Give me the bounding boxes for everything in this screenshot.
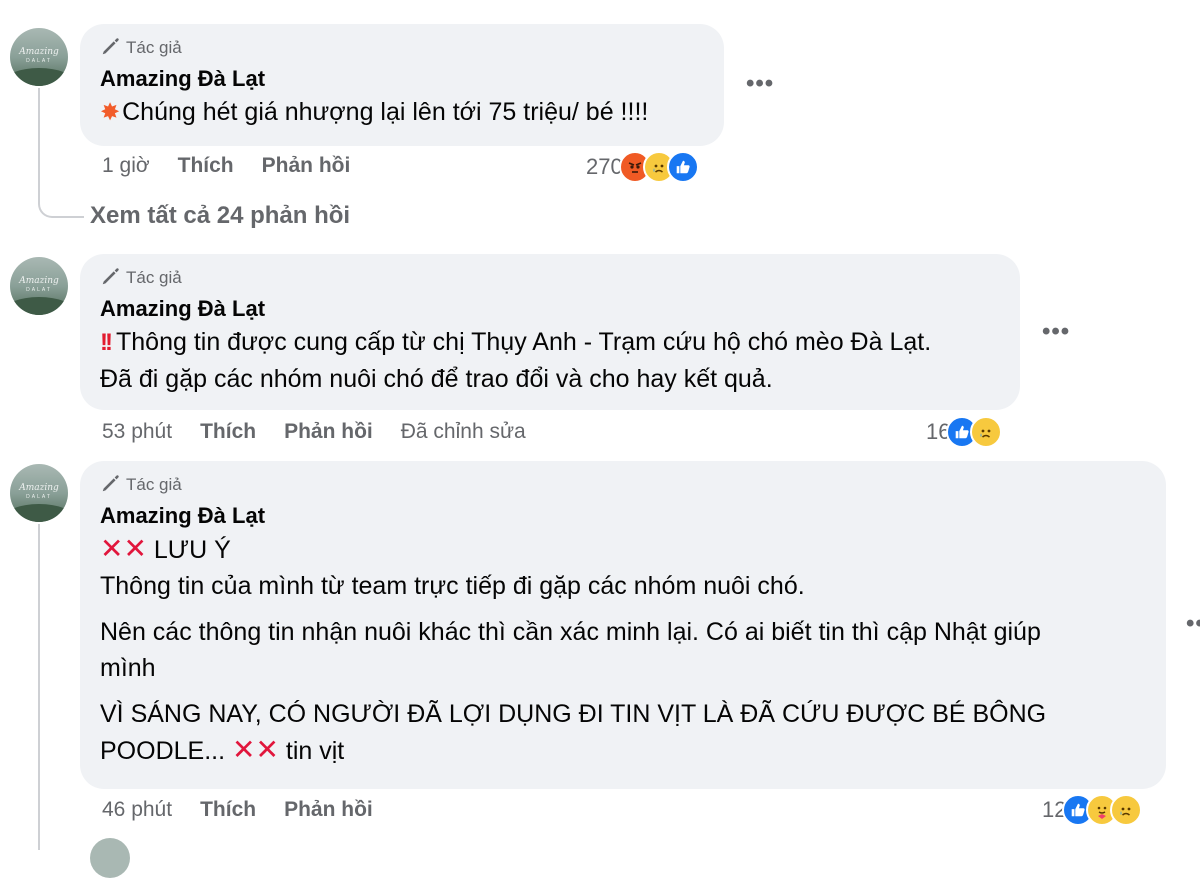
comment-time[interactable]: 53 phút	[102, 420, 172, 444]
sad-reaction-icon	[970, 416, 1003, 448]
avatar-landscape	[10, 504, 68, 522]
comment-author[interactable]: Amazing Đà Lạt	[100, 294, 1000, 324]
avatar[interactable]: Amazing DALAT	[10, 464, 68, 522]
author-badge: Tác giả	[100, 36, 704, 60]
comment-time[interactable]: 46 phút	[102, 798, 172, 822]
comment-line: Chúng hét giá nhượng lại lên tới 75 triệ…	[122, 98, 649, 126]
comment-line: POODLE...	[100, 737, 226, 765]
like-reaction-icon	[666, 151, 699, 183]
comment-time[interactable]: 1 giờ	[102, 154, 150, 178]
avatar-watermark: Amazing	[19, 47, 59, 57]
more-options-button[interactable]: •••	[1186, 610, 1200, 638]
cross-mark-emoji: ✕✕	[232, 734, 279, 765]
comment-line: Đã đi gặp các nhóm nuôi chó để trao đổi …	[100, 365, 773, 393]
comment-line: VÌ SÁNG NAY, CÓ NGƯỜI ĐÃ LỢI DỤNG ĐI TIN…	[100, 700, 1047, 728]
reply-button[interactable]: Phản hồi	[284, 420, 373, 444]
reply-button[interactable]: Phản hồi	[262, 154, 351, 178]
like-button[interactable]: Thích	[200, 420, 256, 444]
avatar[interactable]: Amazing DALAT	[10, 28, 68, 86]
avatar-watermark-sub: DALAT	[26, 287, 52, 293]
reaction-summary[interactable]: 16	[926, 416, 1003, 448]
collision-emoji: ✸	[100, 99, 121, 126]
like-button[interactable]: Thích	[178, 154, 234, 178]
comment-actions: 53 phút Thích Phản hồi Đã chỉnh sửa	[102, 420, 526, 444]
author-badge-label: Tác giả	[126, 475, 182, 494]
cross-mark-emoji: ✕✕	[100, 533, 147, 564]
thread-line	[38, 524, 40, 850]
comment-bubble: Tác giả Amazing Đà Lạt ✕✕ LƯU Ý Thông ti…	[80, 461, 1166, 789]
avatar-watermark: Amazing	[19, 276, 59, 286]
avatar-landscape	[10, 297, 68, 315]
reply-button[interactable]: Phản hồi	[284, 798, 373, 822]
reaction-summary[interactable]: 270	[586, 151, 699, 183]
comment-bubble: Tác giả Amazing Đà Lạt !! Thông tin được …	[80, 254, 1020, 410]
reaction-count: 270	[586, 154, 623, 179]
avatar-watermark-sub: DALAT	[26, 58, 52, 64]
comment-author[interactable]: Amazing Đà Lạt	[100, 501, 1146, 531]
comment-line: mình	[100, 654, 156, 682]
comment-text: ✸Chúng hét giá nhượng lại lên tới 75 tri…	[100, 94, 704, 131]
author-badge: Tác giả	[100, 473, 1146, 497]
comment-line: LƯU Ý	[153, 536, 231, 564]
author-badge-label: Tác giả	[126, 38, 182, 57]
more-options-button[interactable]: •••	[746, 70, 774, 98]
comment-line: Thông tin được cung cấp từ chị Thụy Anh …	[115, 328, 932, 356]
comment-author[interactable]: Amazing Đà Lạt	[100, 64, 704, 94]
like-button[interactable]: Thích	[200, 798, 256, 822]
avatar-watermark: Amazing	[19, 483, 59, 493]
comment-line: Thông tin của mình từ team trực tiếp đi …	[100, 572, 805, 600]
comment-bubble: Tác giả Amazing Đà Lạt ✸Chúng hét giá nh…	[80, 24, 724, 146]
avatar-watermark-sub: DALAT	[26, 494, 52, 500]
comment-text: !! Thông tin được cung cấp từ chị Thụy An…	[100, 324, 1000, 361]
pencil-mic-icon	[100, 472, 122, 499]
reaction-summary[interactable]: 12	[1042, 794, 1143, 826]
avatar-landscape	[10, 68, 68, 86]
author-badge: Tác giả	[100, 266, 1000, 290]
double-exclamation-emoji: !!	[100, 329, 113, 356]
author-badge-label: Tác giả	[126, 268, 182, 287]
comment-text: ✕✕ LƯU Ý	[100, 531, 1146, 568]
reply-thread-hook	[38, 180, 84, 218]
avatar[interactable]: Amazing DALAT	[10, 257, 68, 315]
pencil-mic-icon	[100, 265, 122, 292]
pencil-mic-icon	[100, 35, 122, 62]
comment-line: Nên các thông tin nhận nuôi khác thì cần…	[100, 618, 1041, 646]
view-all-replies-link[interactable]: Xem tất cả 24 phản hồi	[90, 202, 350, 230]
comment-text: POODLE... ✕✕ tin vịt	[100, 732, 1146, 769]
edited-label[interactable]: Đã chỉnh sửa	[401, 420, 526, 444]
avatar[interactable]	[90, 838, 130, 878]
comment-actions: 46 phút Thích Phản hồi	[102, 798, 373, 822]
comment-line: tin vịt	[285, 737, 345, 765]
sad-reaction-icon	[1110, 794, 1143, 826]
comment-actions: 1 giờ Thích Phản hồi	[102, 154, 350, 178]
more-options-button[interactable]: •••	[1042, 318, 1070, 346]
